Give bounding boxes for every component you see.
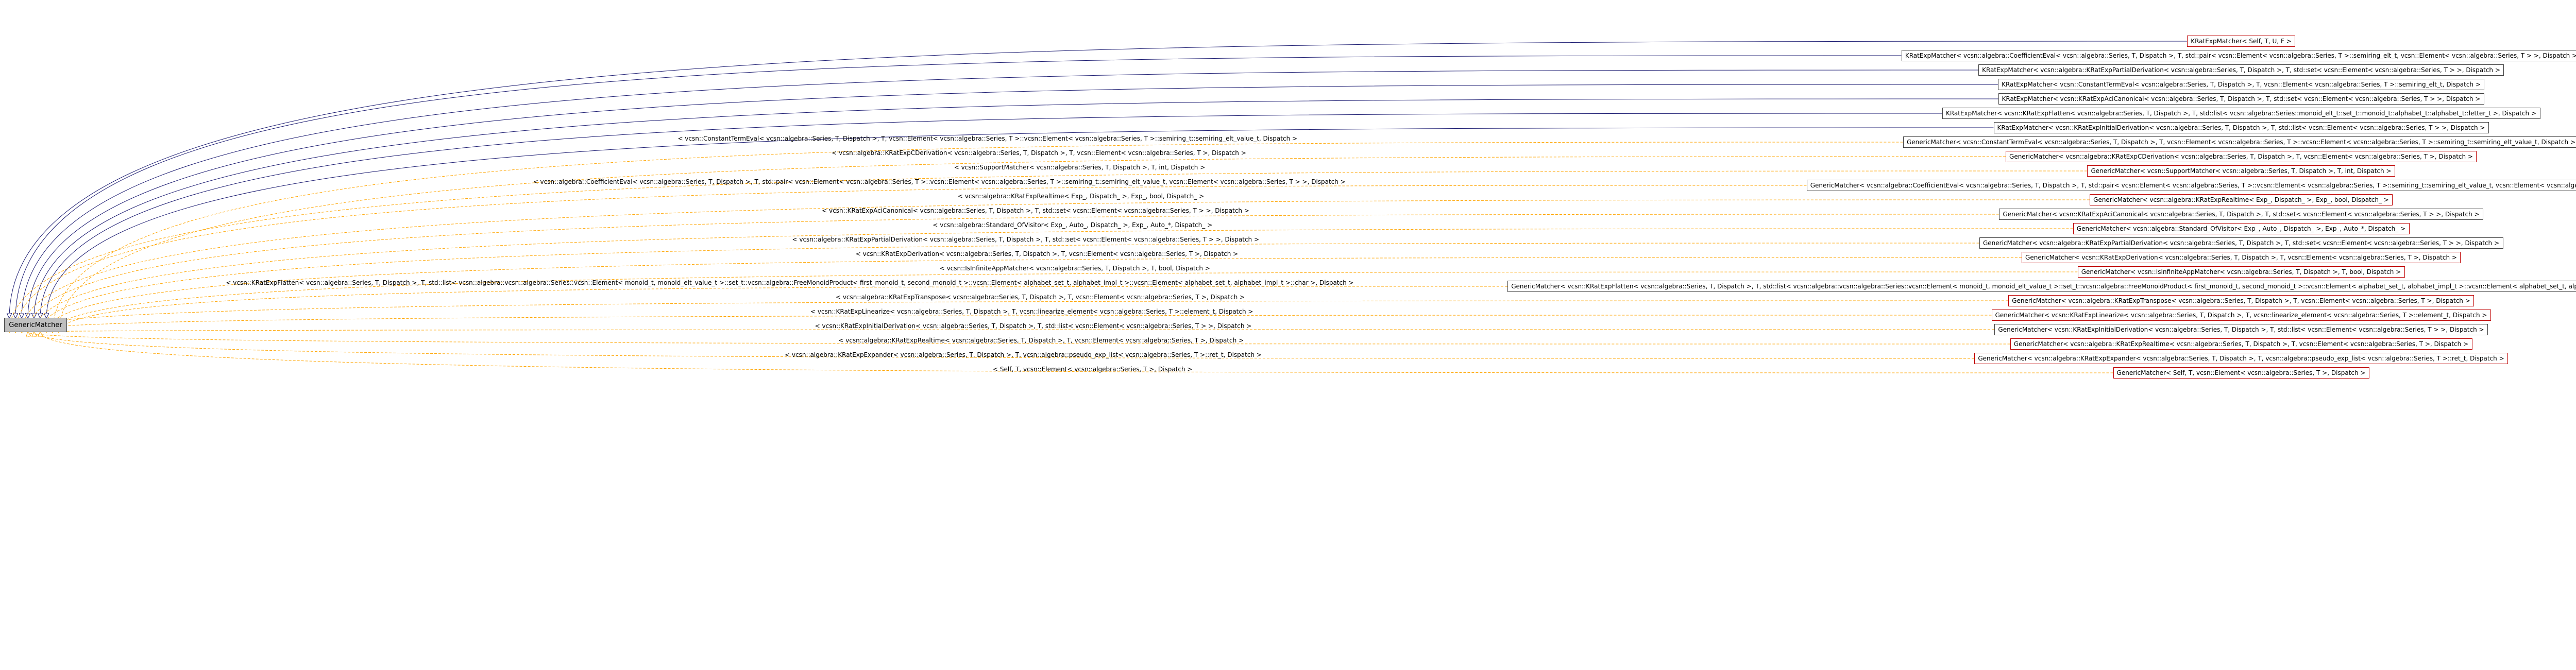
class-node[interactable]: GenericMatcher< vcsn::SupportMatcher< vc… — [2087, 165, 2395, 177]
class-node[interactable]: GenericMatcher< vcsn::KRatExpAciCanonica… — [1999, 209, 2483, 220]
template-instance-edge — [59, 286, 1508, 332]
edge-label: < vcsn::algebra::KRatExpCDerivation< vcs… — [832, 149, 1246, 157]
edge-label: < Self, T, vcsn::Element< vcsn::algebra:… — [993, 366, 1192, 373]
class-node[interactable]: KRatExpMatcher< vcsn::algebra::KRatExpPa… — [1978, 64, 2504, 76]
class-node[interactable]: GenericMatcher< vcsn::KRatExpDerivation<… — [2022, 252, 2461, 263]
class-node[interactable]: GenericMatcher< vcsn::algebra::KRatExpTr… — [2008, 295, 2474, 306]
edge-label: < vcsn::KRatExpFlatten< vcsn::algebra::S… — [226, 279, 1353, 286]
edge-label: < vcsn::algebra::KRatExpPartialDerivatio… — [792, 236, 1259, 243]
class-node[interactable]: KRatExpMatcher< vcsn::KRatExpAciCanonica… — [1998, 93, 2484, 105]
edge-label: < vcsn::algebra::KRatExpTranspose< vcsn:… — [836, 294, 1245, 301]
class-node[interactable]: KRatExpMatcher< vcsn::KRatExpInitialDeri… — [1993, 122, 2489, 133]
class-node[interactable]: KRatExpMatcher< Self, T, U, F > — [2187, 36, 2295, 47]
edge-label: < vcsn::algebra::CoefficientEval< vcsn::… — [533, 178, 1346, 185]
class-node[interactable]: GenericMatcher< vcsn::algebra::Coefficie… — [1806, 180, 2576, 191]
edge-label: < vcsn::ConstantTermEval< vcsn::algebra:… — [677, 135, 1297, 142]
edge-label: < vcsn::KRatExpInitialDerivation< vcsn::… — [815, 322, 1252, 330]
class-node[interactable]: GenericMatcher< vcsn::algebra::KRatExpCD… — [2006, 151, 2477, 162]
edge-label: < vcsn::algebra::Standard_OfVisitor< Exp… — [933, 221, 1212, 229]
edge-label: < vcsn::IsInfiniteAppMatcher< vcsn::alge… — [940, 265, 1210, 272]
inheritance-edge — [15, 55, 1902, 318]
class-node[interactable]: KRatExpMatcher< vcsn::ConstantTermEval< … — [1998, 79, 2484, 90]
class-node[interactable]: GenericMatcher< vcsn::KRatExpInitialDeri… — [1994, 324, 2488, 335]
class-node[interactable]: GenericMatcher< vcsn::ConstantTermEval< … — [1903, 136, 2576, 148]
class-node[interactable]: KRatExpMatcher< vcsn::KRatExpFlatten< vc… — [1942, 108, 2540, 119]
edge-label: < vcsn::algebra::KRatExpRealtime< Exp_, … — [958, 193, 1204, 200]
class-node[interactable]: GenericMatcher< vcsn::algebra::KRatExpEx… — [1974, 353, 2508, 364]
inheritance-diagram: < vcsn::ConstantTermEval< vcsn::algebra:… — [0, 0, 2576, 670]
template-instance-edge — [22, 330, 1995, 332]
class-node[interactable]: GenericMatcher< vcsn::algebra::Standard_… — [2073, 223, 2410, 234]
class-node[interactable]: GenericMatcher< vcsn::algebra::KRatExpRe… — [2010, 338, 2472, 350]
class-node[interactable]: GenericMatcher< vcsn::IsInfiniteAppMatch… — [2077, 266, 2405, 278]
edge-label: < vcsn::algebra::KRatExpExpander< vcsn::… — [785, 351, 1262, 358]
class-node[interactable]: GenericMatcher< vcsn::KRatExpLinearize< … — [1991, 310, 2491, 321]
class-node[interactable]: GenericMatcher< vcsn::algebra::KRatExpPa… — [1979, 237, 2503, 249]
edge-label: < vcsn::KRatExpLinearize< vcsn::algebra:… — [810, 308, 1253, 315]
edge-label: < vcsn::KRatExpAciCanonical< vcsn::algeb… — [822, 207, 1249, 214]
class-node[interactable]: KRatExpMatcher< vcsn::algebra::Coefficie… — [1901, 50, 2576, 61]
edge-label: < vcsn::algebra::KRatExpRealtime< vcsn::… — [838, 337, 1244, 344]
class-node[interactable]: GenericMatcher< vcsn::KRatExpFlatten< vc… — [1507, 281, 2576, 292]
class-node[interactable]: GenericMatcher< Self, T, vcsn::Element< … — [2113, 367, 2369, 379]
edge-label: < vcsn::KRatExpDerivation< vcsn::algebra… — [856, 250, 1238, 257]
class-node[interactable]: GenericMatcher< vcsn::algebra::KRatExpRe… — [2090, 194, 2393, 205]
edge-label: < vcsn::SupportMatcher< vcsn::algebra::S… — [954, 164, 1206, 171]
node-generic-matcher[interactable]: GenericMatcher — [4, 318, 67, 332]
